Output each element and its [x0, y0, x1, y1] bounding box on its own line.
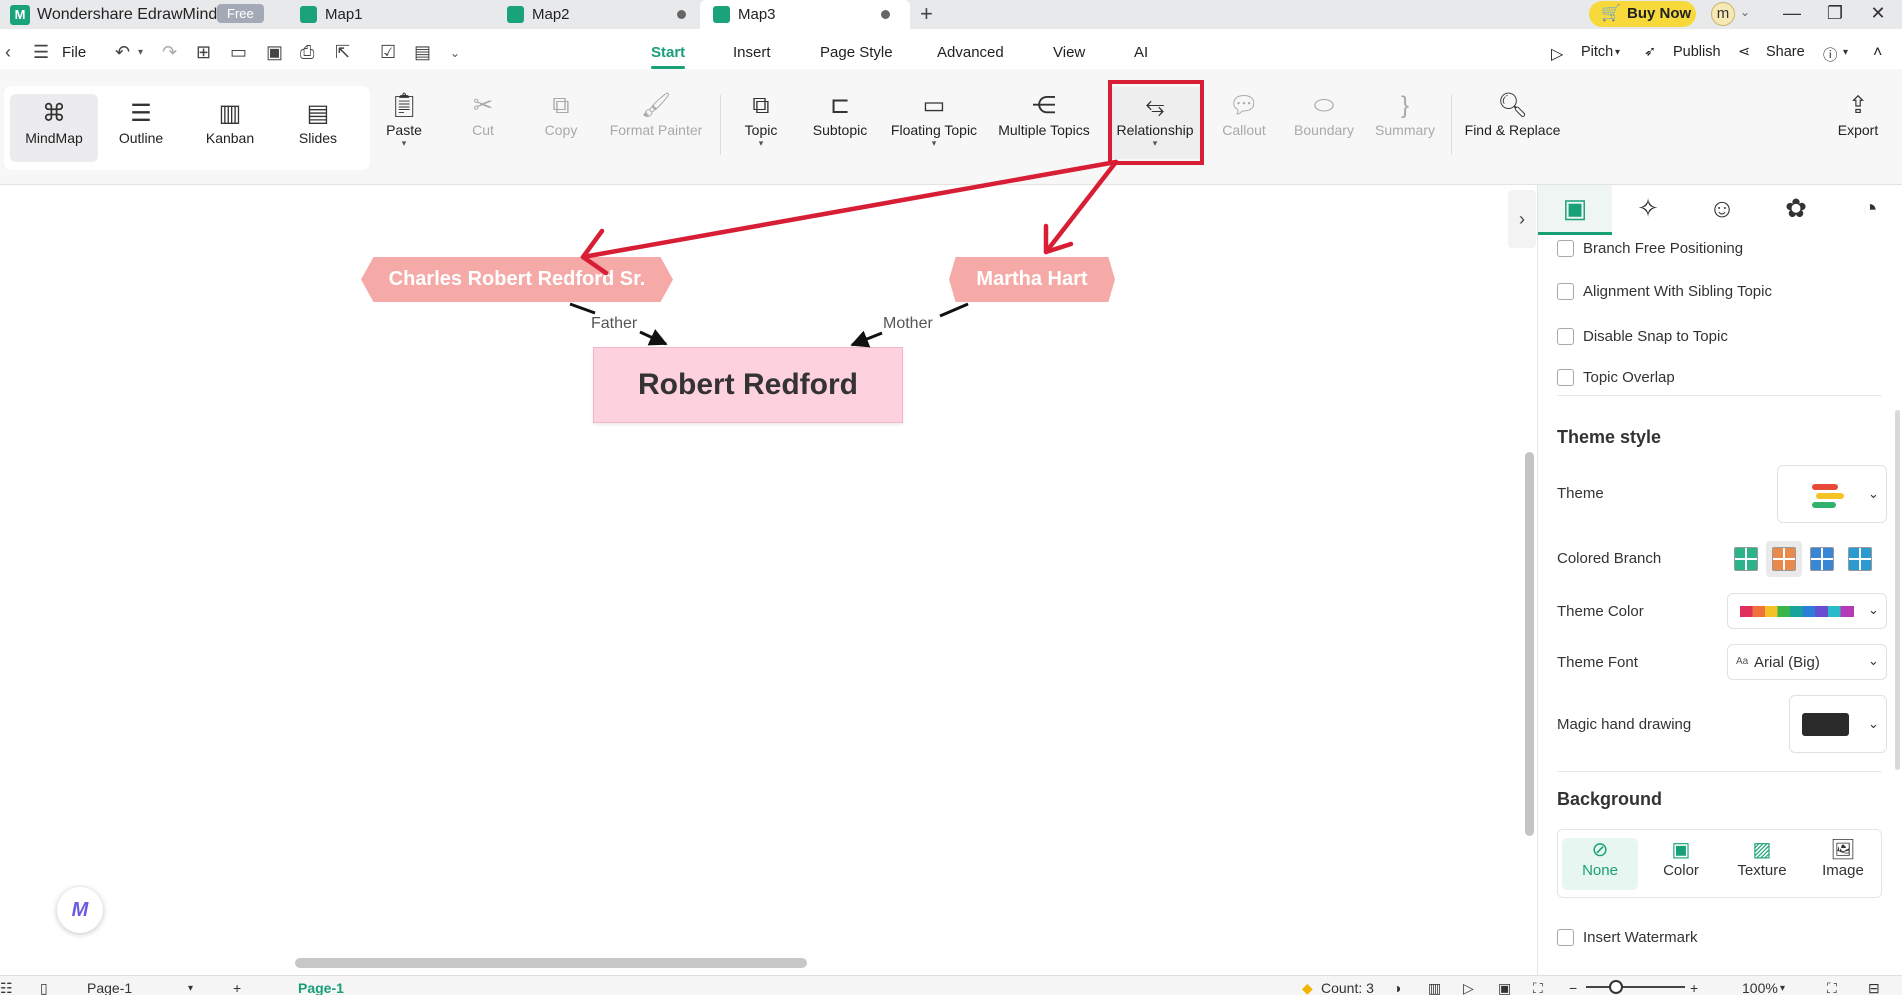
mother-connector-line [939, 302, 969, 318]
zoom-in-icon[interactable]: + [1690, 980, 1698, 995]
sticker-tab-icon[interactable]: ✿ [1776, 193, 1816, 224]
texture-icon: ▨ [1752, 839, 1772, 861]
checkbox-label: Disable Snap to Topic [1583, 328, 1728, 345]
checkbox-label: Insert Watermark [1583, 929, 1698, 946]
vertical-scrollbar[interactable] [1525, 452, 1534, 836]
theme-font-dropdown[interactable]: Aa Arial (Big) ⌄ [1727, 644, 1887, 680]
checkbox-insert-watermark[interactable] [1557, 929, 1574, 946]
panel-divider [1557, 771, 1882, 772]
theme-mode-icon[interactable]: ◑ [1393, 980, 1401, 995]
page-tab[interactable]: Page-1 [298, 980, 344, 995]
theme-color-label: Theme Color [1557, 603, 1644, 620]
zoom-slider-track[interactable] [1586, 986, 1685, 988]
collapse-panel-icon[interactable]: ⊟ [1868, 980, 1880, 995]
colored-branch-label: Colored Branch [1557, 550, 1662, 567]
background-texture-button[interactable]: ▨ Texture [1724, 838, 1800, 890]
zoom-level[interactable]: 100% [1742, 980, 1778, 995]
ai-sparkle-tab-icon[interactable]: ✧ [1628, 193, 1668, 224]
father-connector-line [569, 302, 596, 315]
font-icon: Aa [1736, 656, 1749, 667]
fullscreen-fit-icon[interactable]: ⛶ [1533, 980, 1543, 995]
count-icon: ◆ [1302, 980, 1313, 995]
checkbox-branch-free-positioning[interactable] [1557, 240, 1574, 257]
colored-branch-option-2[interactable] [1772, 547, 1796, 571]
father-relationship-arrow [639, 329, 668, 346]
book-view-icon[interactable]: ▥ [1428, 980, 1441, 995]
horizontal-scrollbar[interactable] [295, 958, 807, 968]
ai-assistant-icon[interactable]: M [57, 887, 103, 933]
fullscreen-icon[interactable]: ⛶ [1827, 980, 1837, 995]
add-page-icon[interactable]: + [233, 980, 241, 995]
magic-hand-drawing-dropdown[interactable]: ⌄ [1789, 695, 1887, 753]
mother-relationship-arrow [850, 330, 883, 348]
panel-scrollbar[interactable] [1895, 410, 1900, 770]
checkbox-label: Topic Overlap [1583, 369, 1675, 386]
annotation-arrow-left [580, 159, 1119, 260]
checkbox-topic-overlap[interactable] [1557, 369, 1574, 386]
no-background-icon: ⊘ [1591, 839, 1609, 861]
chevron-down-icon: ⌄ [1868, 602, 1879, 617]
theme-preview-icon [1812, 484, 1838, 490]
zoom-out-icon[interactable]: − [1569, 980, 1577, 995]
color-fill-icon: ▣ [1671, 839, 1691, 861]
play-icon[interactable]: ▷ [1463, 980, 1474, 995]
page-list-icon[interactable]: ☷ [0, 980, 13, 995]
relationship-label-mother[interactable]: Mother [883, 315, 933, 333]
relationship-label-father[interactable]: Father [591, 315, 637, 333]
chevron-down-icon: ⌄ [1868, 716, 1879, 731]
image-icon: 🖼︎ [1830, 839, 1856, 861]
background-color-button[interactable]: ▣ Color [1643, 838, 1719, 890]
colored-branch-option-4[interactable] [1848, 547, 1872, 571]
history-tab-icon[interactable]: ◔ [1850, 193, 1890, 224]
active-panel-tab-underline [1538, 232, 1612, 235]
bg-option-label: Image [1822, 862, 1864, 879]
color-palette-swatch [1740, 606, 1854, 617]
zoom-dropdown-icon[interactable]: ▾ [1780, 983, 1785, 994]
emoji-tab-icon[interactable]: ☺ [1702, 193, 1742, 224]
theme-preview-icon [1812, 502, 1836, 508]
page-format-tab-icon[interactable]: ▣ [1555, 193, 1595, 224]
theme-font-label: Theme Font [1557, 654, 1638, 671]
checkbox-disable-snap[interactable] [1557, 328, 1574, 345]
expand-panel-chevron-icon[interactable]: › [1508, 190, 1536, 248]
checkbox-alignment-with-sibling[interactable] [1557, 283, 1574, 300]
page-select[interactable]: Page-1 [87, 980, 132, 995]
checkbox-label: Alignment With Sibling Topic [1583, 283, 1772, 300]
chevron-down-icon: ⌄ [1868, 653, 1879, 668]
chevron-down-icon: ⌄ [1868, 486, 1879, 501]
bg-option-label: Color [1663, 862, 1699, 879]
colored-branch-option-3[interactable] [1810, 547, 1834, 571]
theme-label: Theme [1557, 485, 1604, 502]
page-dropdown-icon[interactable]: ▾ [188, 983, 193, 994]
panel-divider [1557, 395, 1882, 396]
checkbox-label: Branch Free Positioning [1583, 240, 1744, 257]
annotation-arrow-right [1043, 159, 1119, 255]
magic-drawing-swatch [1802, 713, 1849, 736]
background-heading: Background [1557, 789, 1663, 809]
theme-preview-icon [1816, 493, 1844, 499]
colored-branch-option-1[interactable] [1734, 547, 1758, 571]
bg-option-label: Texture [1737, 862, 1787, 879]
background-none-button[interactable]: ⊘ None [1562, 838, 1638, 890]
topic-count: Count: 3 [1321, 980, 1374, 995]
theme-dropdown[interactable]: ⌄ [1777, 465, 1887, 523]
background-image-button[interactable]: 🖼︎ Image [1805, 838, 1881, 890]
magic-hand-drawing-label: Magic hand drawing [1557, 716, 1692, 733]
theme-font-value: Arial (Big) [1754, 654, 1820, 671]
page-thumbnails-icon[interactable]: ▯ [40, 980, 48, 995]
theme-style-heading: Theme style [1557, 427, 1662, 447]
theme-color-dropdown[interactable]: ⌄ [1727, 593, 1887, 629]
fit-page-icon[interactable]: ▣ [1498, 980, 1511, 995]
zoom-slider-handle[interactable] [1609, 980, 1623, 994]
bg-option-label: None [1582, 862, 1618, 879]
